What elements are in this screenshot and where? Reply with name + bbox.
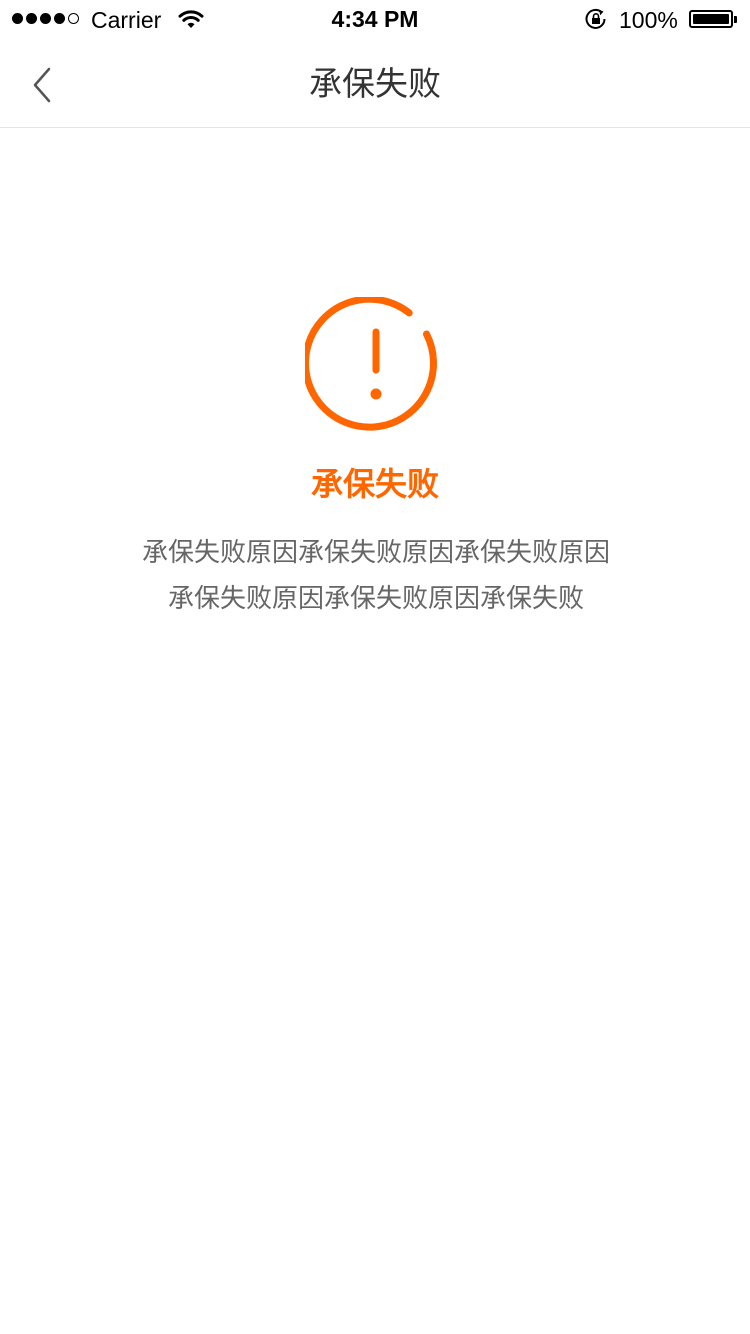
result-description: 承保失败原因承保失败原因承保失败原因承保失败原因承保失败原因承保失败: [141, 538, 610, 614]
nav-bar: 承保失败: [0, 40, 750, 128]
battery-percent: 100%: [619, 7, 678, 33]
exclamation-circle-icon: [305, 297, 437, 431]
rotation-lock-icon: [585, 8, 606, 29]
status-bar: Carrier 4:34 PM 100%: [0, 0, 750, 40]
page-title: 承保失败: [309, 64, 441, 103]
result-title: 承保失败: [310, 465, 439, 503]
battery-icon: [689, 10, 737, 28]
